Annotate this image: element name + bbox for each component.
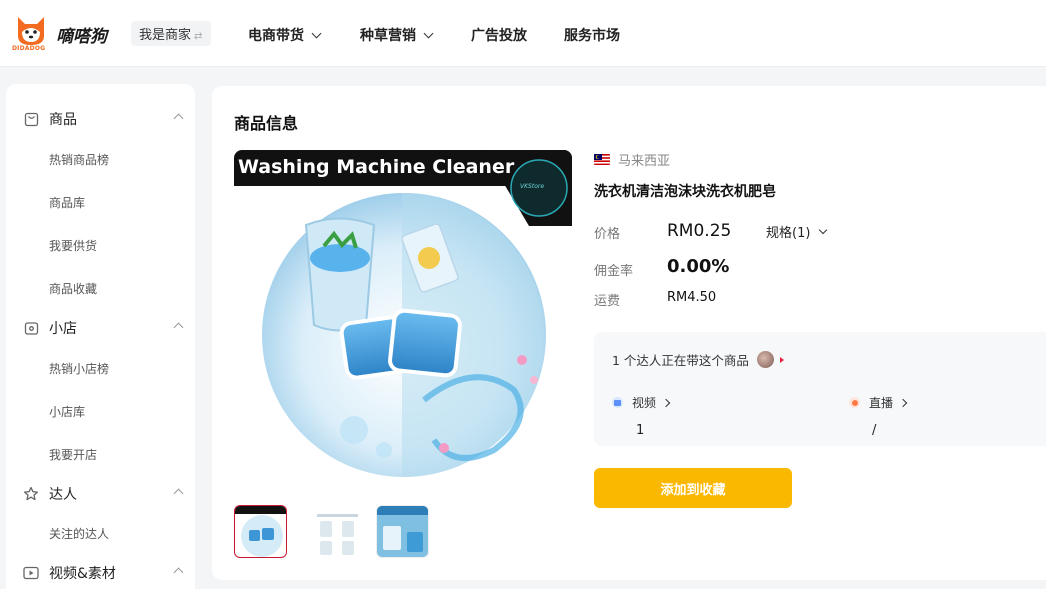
malaysia-flag-icon xyxy=(594,154,610,165)
live-stat-value: / xyxy=(872,423,877,438)
add-to-favorites-button[interactable]: 添加到收藏 xyxy=(594,468,792,508)
commission-value: 0.00% xyxy=(667,256,730,277)
nav-seeding[interactable]: 种草营销 xyxy=(360,25,434,45)
live-dot-icon xyxy=(849,397,860,408)
page-title: 商品信息 xyxy=(234,114,299,133)
image-banner-text: Washing Machine Cleaner xyxy=(238,156,515,178)
video-icon xyxy=(22,564,40,582)
live-stat-label: 直播 xyxy=(869,396,894,410)
nav-services-label: 服务市场 xyxy=(564,28,620,44)
nav-ecommerce[interactable]: 电商带货 xyxy=(248,25,322,45)
creator-stats-box: 1 个达人正在带这个商品 视频 1 直播 / xyxy=(594,332,1046,446)
sidebar-section-label: 小店 xyxy=(49,321,77,337)
chevron-down-icon xyxy=(423,28,434,38)
country-label: 马来西亚 xyxy=(594,150,670,169)
sidebar-section-products[interactable]: 商品 xyxy=(22,109,184,129)
bag-icon xyxy=(22,110,40,128)
sidebar-item-hot-products[interactable]: 热销商品榜 xyxy=(49,151,109,168)
logo-text: 嘀嗒狗 xyxy=(56,27,107,47)
sidebar-item-followed-creators[interactable]: 关注的达人 xyxy=(49,525,109,542)
sidebar-item-open-store[interactable]: 我要开店 xyxy=(49,446,97,463)
sidebar-item-product-favorites[interactable]: 商品收藏 xyxy=(49,280,97,297)
chevron-right-icon xyxy=(661,398,671,407)
play-icon xyxy=(779,356,784,363)
nav-services[interactable]: 服务市场 xyxy=(564,25,620,45)
nav-ads[interactable]: 广告投放 xyxy=(471,25,527,45)
product-name: 洗衣机清洁泡沫块洗衣机肥皂 xyxy=(594,184,776,200)
price-value: RM0.25 xyxy=(667,221,732,241)
video-stat-label: 视频 xyxy=(632,396,657,410)
live-stat-link[interactable]: 直播 xyxy=(849,394,908,411)
sidebar-section-label: 商品 xyxy=(49,112,77,128)
top-header: DIDADOG 嘀嗒狗 我是商家 ⇄ 电商带货 种草营销 广告投放 服务市场 xyxy=(0,0,1046,67)
logo-caption: DIDADOG xyxy=(12,45,46,52)
nav-ads-label: 广告投放 xyxy=(471,28,527,44)
spec-dropdown[interactable]: 规格(1) xyxy=(766,222,828,241)
sidebar-section-label: 达人 xyxy=(49,487,77,503)
creator-count-text: 1 个达人正在带这个商品 xyxy=(612,353,749,368)
video-stat-link[interactable]: 视频 xyxy=(612,394,671,411)
nav-seeding-label: 种草营销 xyxy=(360,28,416,44)
avatar xyxy=(756,351,774,368)
product-thumbnail[interactable] xyxy=(234,505,287,558)
merchant-switch-label: 我是商家 xyxy=(139,28,192,43)
sidebar: 商品 热销商品榜 商品库 我要供货 商品收藏 小店 热销小店榜 小店库 我要开店… xyxy=(6,84,195,589)
sidebar-section-videos[interactable]: 视频&素材 xyxy=(22,563,184,583)
chevron-up-icon xyxy=(173,322,184,333)
nav-ecommerce-label: 电商带货 xyxy=(248,28,304,44)
sidebar-item-hot-stores[interactable]: 热销小店榜 xyxy=(49,360,109,377)
country-name: 马来西亚 xyxy=(618,154,671,169)
chevron-right-icon xyxy=(898,398,908,407)
sidebar-section-creators[interactable]: 达人 xyxy=(22,484,184,504)
store-icon xyxy=(22,319,40,337)
sidebar-item-product-library[interactable]: 商品库 xyxy=(49,194,85,211)
product-main-image[interactable]: Washing Machine Cleaner VKStore xyxy=(234,150,572,488)
video-dot-icon xyxy=(612,397,623,408)
shipping-label: 运费 xyxy=(594,294,621,309)
chevron-up-icon xyxy=(173,488,184,499)
swap-icon: ⇄ xyxy=(194,31,203,42)
price-label: 价格 xyxy=(594,227,621,242)
sidebar-section-label: 视频&素材 xyxy=(49,566,116,582)
chevron-up-icon xyxy=(173,113,184,124)
sidebar-section-stores[interactable]: 小店 xyxy=(22,318,184,338)
chevron-up-icon xyxy=(173,567,184,578)
sidebar-item-store-library[interactable]: 小店库 xyxy=(49,403,85,420)
chevron-down-icon xyxy=(819,225,828,234)
didadog-logo-icon[interactable]: DIDADOG xyxy=(12,14,48,52)
merchant-switch-button[interactable]: 我是商家 ⇄ xyxy=(131,21,211,46)
shipping-value: RM4.50 xyxy=(667,290,717,305)
store-badge-text: VKStore xyxy=(520,183,545,190)
product-thumbnail[interactable] xyxy=(376,505,429,558)
product-info-panel: 商品信息 Washing Machine Cleaner VKStore 马来西… xyxy=(212,86,1046,580)
creator-count-line[interactable]: 1 个达人正在带这个商品 xyxy=(612,350,784,369)
spec-label: 规格(1) xyxy=(766,226,811,241)
video-stat-value: 1 xyxy=(636,423,645,438)
commission-label: 佣金率 xyxy=(594,264,634,279)
star-icon xyxy=(22,485,40,503)
sidebar-item-supply[interactable]: 我要供货 xyxy=(49,237,97,254)
product-thumbnail[interactable] xyxy=(310,505,363,558)
chevron-down-icon xyxy=(311,28,322,38)
